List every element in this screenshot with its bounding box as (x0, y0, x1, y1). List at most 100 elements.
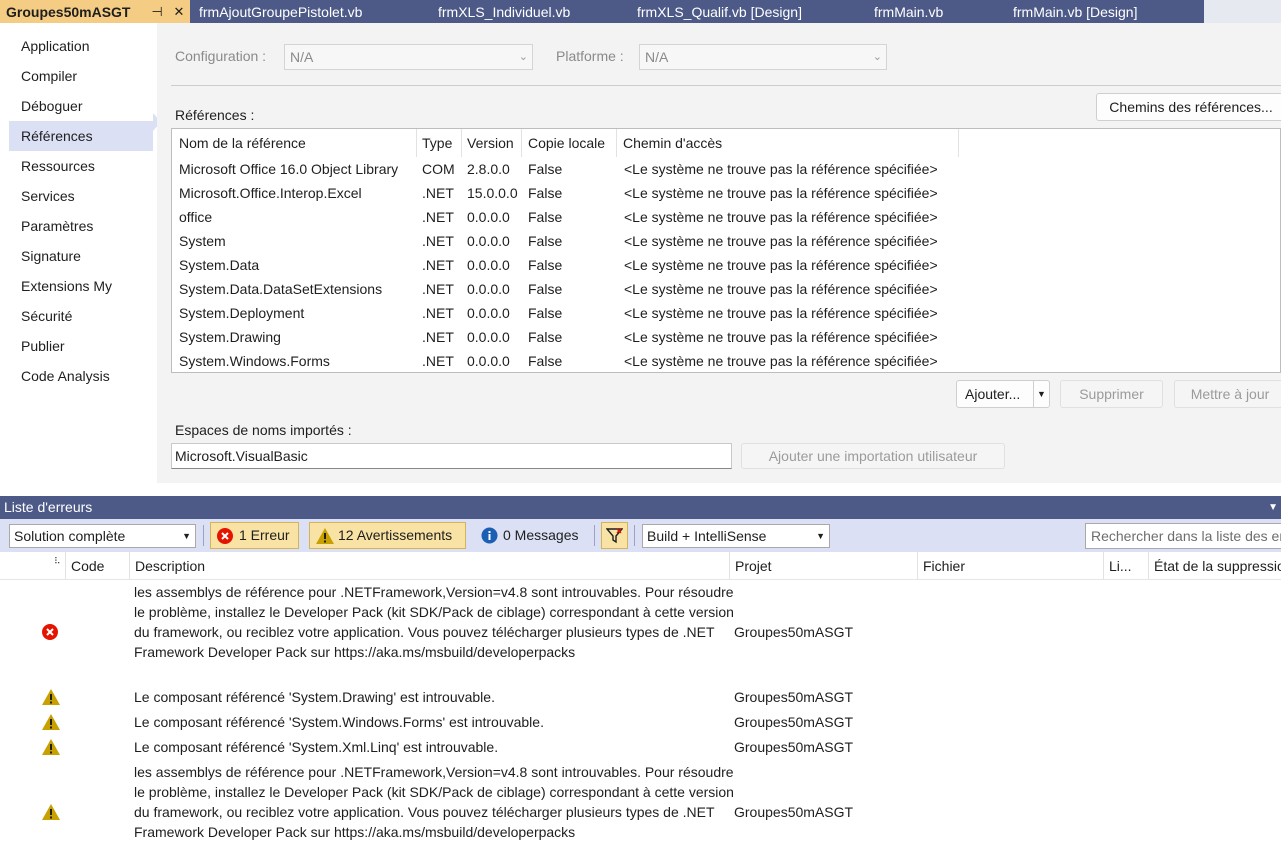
reference-row[interactable]: office .NET 0.0.0.0 False <Le système ne tro… (172, 205, 1280, 229)
column-header-file[interactable]: Fichier (917, 552, 1103, 580)
column-header-suppression-state[interactable]: État de la suppression (1148, 552, 1281, 580)
configuration-combo[interactable]: N/A ⌄ (284, 44, 533, 70)
reference-row[interactable]: System.Data.DataSetExtensions .NET 0.0.0.0… (172, 277, 1280, 301)
references-grid[interactable]: Nom de la référence Type Version Copie l… (171, 128, 1281, 373)
reference-version-cell: 0.0.0.0 (467, 209, 510, 225)
reference-row[interactable]: System.Windows.Forms .NET 0.0.0.0 False <Le … (172, 349, 1280, 372)
reference-path-cell: <Le système ne trouve pas la référence s… (624, 353, 938, 369)
reference-name-cell: Microsoft Office 16.0 Object Library (179, 161, 399, 177)
chevron-down-icon: ⌄ (872, 51, 882, 63)
nav-item-services[interactable]: Services (9, 181, 153, 211)
column-header-line[interactable]: Li... (1103, 552, 1148, 580)
tab-frmmain[interactable]: frmMain.vb (866, 0, 1005, 23)
section-divider (171, 85, 1281, 86)
tab-title: frmAjoutGroupePistolet.vb (199, 3, 363, 20)
warning-description: Le composant référencé 'System.Drawing' … (134, 689, 495, 705)
reference-copy-local-cell: False (528, 305, 563, 321)
warning-description: les assemblys de référence pour .NETFram… (134, 764, 734, 840)
errors-filter-button[interactable]: 1 Erreur (210, 522, 299, 549)
dropdown-arrow-icon: ▼ (182, 531, 191, 541)
nav-item-compiler[interactable]: Compiler (9, 61, 153, 91)
column-header-code[interactable]: Code (65, 552, 129, 580)
nav-item-extensions-my[interactable]: Extensions My (9, 271, 153, 301)
scope-value: Solution complète (14, 528, 126, 544)
tab-frmajoutgroupepistolet[interactable]: frmAjoutGroupePistolet.vb (190, 0, 430, 23)
reference-paths-button[interactable]: Chemins des références... (1096, 93, 1281, 121)
reference-row[interactable]: System.Deployment .NET 0.0.0.0 False <Le sys… (172, 301, 1280, 325)
reference-path-cell: <Le système ne trouve pas la référence s… (624, 305, 938, 321)
nav-item-securite[interactable]: Sécurité (9, 301, 153, 331)
warning-row[interactable]: Le composant référencé 'System.Drawing' … (0, 687, 1281, 707)
document-tab-strip: Groupes50mASGT ⊣ ✕ frmAjoutGroupePistole… (0, 0, 1281, 23)
reference-path-cell: <Le système ne trouve pas la référence s… (624, 329, 938, 345)
reference-path-cell: <Le système ne trouve pas la référence s… (624, 233, 938, 249)
error-row[interactable]: les assemblys de référence pour .NETFram… (0, 582, 1281, 682)
window-menu-icon[interactable]: ▼ (1268, 496, 1278, 519)
messages-filter-button[interactable]: 0 Messages (477, 522, 590, 549)
scope-combo[interactable]: Solution complète ▼ (9, 524, 196, 548)
warnings-count-label: 12 Avertissements (338, 527, 453, 543)
project-properties-nav: Application Compiler Déboguer Références… (0, 23, 157, 483)
reference-row[interactable]: System.Data .NET 0.0.0.0 False <Le système n… (172, 253, 1280, 277)
reference-version-cell: 15.0.0.0 (467, 185, 518, 201)
reference-copy-local-cell: False (528, 353, 563, 369)
reference-version-cell: 2.8.0.0 (467, 161, 510, 177)
pin-icon[interactable]: ⊣ (146, 4, 168, 20)
warning-row[interactable]: Le composant référencé 'System.Windows.F… (0, 712, 1281, 732)
warning-row[interactable]: Le composant référencé 'System.Xml.Linq'… (0, 737, 1281, 757)
reference-name-cell: office (179, 209, 213, 225)
reference-row[interactable]: System.Drawing .NET 0.0.0.0 False <Le systèm… (172, 325, 1280, 349)
nav-item-parametres[interactable]: Paramètres (9, 211, 153, 241)
tab-title: frmXLS_Individuel.vb (438, 3, 571, 20)
nav-item-ressources[interactable]: Ressources (9, 151, 153, 181)
error-search-input[interactable]: Rechercher dans la liste des erreurs (1085, 523, 1281, 549)
nav-item-signature[interactable]: Signature (9, 241, 153, 271)
warning-row[interactable]: les assemblys de référence pour .NETFram… (0, 762, 1281, 858)
import-namespace-input[interactable]: Microsoft.VisualBasic (171, 443, 732, 469)
reference-name-cell: System.Drawing (179, 329, 281, 345)
column-header-version[interactable]: Version (462, 129, 522, 157)
build-filter-combo[interactable]: Build + IntelliSense ▼ (642, 524, 830, 548)
column-header-type[interactable]: Type (417, 129, 462, 157)
add-reference-button[interactable]: Ajouter... ▼ (956, 380, 1050, 408)
dropdown-arrow-icon: ▼ (816, 531, 825, 541)
reference-copy-local-cell: False (528, 209, 563, 225)
nav-item-references[interactable]: Références (9, 121, 153, 151)
nav-item-application[interactable]: Application (9, 31, 153, 61)
nav-item-code-analysis[interactable]: Code Analysis (9, 361, 153, 391)
close-icon[interactable]: ✕ (168, 4, 190, 20)
column-header-description[interactable]: Description (129, 552, 729, 580)
tab-frmxls-individuel[interactable]: frmXLS_Individuel.vb (430, 0, 629, 23)
error-list-header: ⠧ Code Description Projet Fichier Li... … (0, 552, 1281, 580)
tab-frmmain-design[interactable]: frmMain.vb [Design] (1005, 0, 1204, 23)
dropdown-arrow-icon[interactable]: ▼ (1033, 381, 1049, 407)
error-list-title: Liste d'erreurs (4, 499, 93, 515)
reference-path-cell: <Le système ne trouve pas la référence s… (624, 161, 938, 177)
nav-item-deboguer[interactable]: Déboguer (9, 91, 153, 121)
filter-button[interactable] (601, 522, 628, 549)
tab-groupes50masgt[interactable]: Groupes50mASGT ⊣ ✕ (0, 0, 190, 23)
column-header-project[interactable]: Projet (729, 552, 917, 580)
remove-reference-button[interactable]: Supprimer (1060, 380, 1163, 408)
column-header-name[interactable]: Nom de la référence (172, 129, 417, 157)
add-user-import-button[interactable]: Ajouter une importation utilisateur (741, 443, 1005, 469)
panel-splitter[interactable] (0, 483, 1281, 496)
platform-combo[interactable]: N/A ⌄ (639, 44, 887, 70)
warnings-filter-button[interactable]: 12 Avertissements (309, 522, 466, 549)
reference-name-cell: System (179, 233, 226, 249)
tab-frmxls-qualif-design[interactable]: frmXLS_Qualif.vb [Design] (629, 0, 866, 23)
configuration-value: N/A (290, 49, 314, 65)
reference-row[interactable]: Microsoft Office 16.0 Object Library COM 2… (172, 157, 1280, 181)
nav-item-publier[interactable]: Publier (9, 331, 153, 361)
warning-icon (42, 689, 60, 705)
reference-name-cell: System.Data (179, 257, 260, 273)
column-header-path[interactable]: Chemin d'accès (617, 129, 959, 157)
reference-name-cell: System.Deployment (179, 305, 305, 321)
column-header-copy-local[interactable]: Copie locale (522, 129, 617, 157)
reference-version-cell: 0.0.0.0 (467, 353, 510, 369)
reference-version-cell: 0.0.0.0 (467, 233, 510, 249)
reference-row[interactable]: System .NET 0.0.0.0 False <Le système ne tro… (172, 229, 1280, 253)
reference-row[interactable]: Microsoft.Office.Interop.Excel .NET 15.0.0… (172, 181, 1280, 205)
update-reference-button[interactable]: Mettre à jour (1174, 380, 1281, 408)
toolbar-separator (203, 525, 204, 546)
